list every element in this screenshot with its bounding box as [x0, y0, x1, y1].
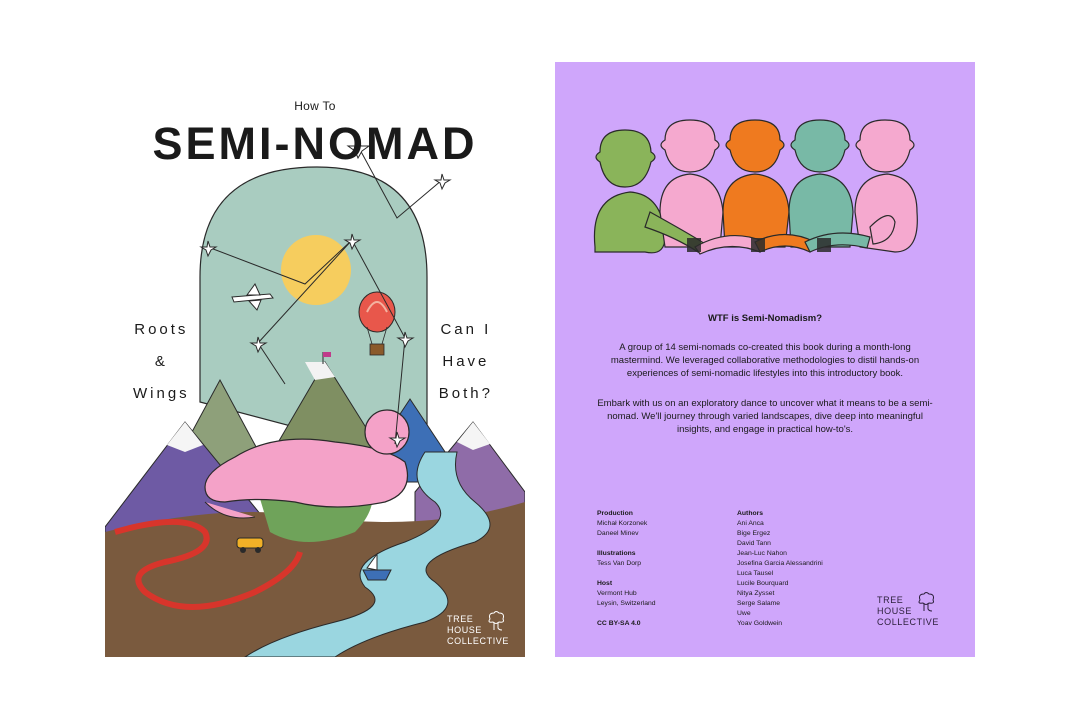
author-name: Yoav Goldwein: [737, 620, 783, 627]
tree-house-collective-logo: TREE HOUSE COLLECTIVE: [877, 592, 939, 628]
tagline-line: &: [154, 353, 168, 370]
author-name: Jean-Luc Nahon: [737, 550, 787, 557]
credit-heading: Host: [597, 580, 613, 587]
tagline-line: Wings: [133, 385, 190, 402]
tree-icon: [918, 592, 934, 612]
author-name: Uwe: [737, 610, 751, 617]
credit-heading: Illustrations: [597, 550, 636, 557]
back-heading: WTF is Semi-Nomadism?: [707, 313, 822, 324]
tree-house-collective-logo: TREE HOUSE COLLECTIVE: [447, 611, 509, 647]
credit-name: Vermont Hub: [597, 590, 637, 597]
author-name: Nitya Zysset: [737, 590, 775, 597]
author-name: Lucile Bourquard: [737, 580, 789, 587]
cover-right-tagline: Can I Have Both?: [439, 314, 493, 410]
credit-heading: Authors: [737, 510, 764, 517]
credit-heading: Production: [597, 510, 633, 517]
tree-icon: [488, 611, 504, 631]
credits-authors-column: Authors Ani Anca Bige Ergez David Tann J…: [737, 509, 823, 629]
cover-kicker: How To: [294, 99, 336, 113]
credit-name: Daneel Minev: [597, 530, 639, 537]
author-name: Bige Ergez: [737, 530, 771, 537]
author-name: Josefina Garcia Alessandrini: [737, 560, 823, 567]
tagline-line: Both?: [438, 385, 493, 402]
author-name: David Tann: [737, 540, 771, 547]
credit-name: Michał Korzonek: [597, 520, 648, 527]
license-label: CC BY-SA 4.0: [597, 620, 641, 627]
back-cover: WTF is Semi-Nomadism? A group of 14 semi…: [555, 62, 975, 657]
tagline-line: Have: [442, 353, 490, 370]
back-paragraph-1: A group of 14 semi-nomads co-created thi…: [610, 342, 920, 379]
author-name: Luca Tausel: [737, 570, 774, 577]
credit-name: Leysin, Switzerland: [597, 600, 656, 607]
author-name: Ani Anca: [737, 520, 764, 527]
credits-left-column: Production Michał Korzonek Daneel Minev …: [597, 509, 656, 629]
cover-left-tagline: Roots & Wings: [133, 314, 190, 410]
front-cover: How To SEMI-NOMAD Roots & Wings Can I Ha…: [105, 62, 525, 657]
back-paragraph-2: Embark with us on an exploratory dance t…: [597, 398, 933, 435]
tagline-line: Can I: [440, 321, 492, 338]
cover-title: SEMI-NOMAD: [152, 118, 478, 169]
author-name: Serge Salame: [737, 600, 781, 607]
credit-name: Tess Van Dorp: [597, 560, 642, 567]
tagline-line: Roots: [134, 321, 189, 338]
